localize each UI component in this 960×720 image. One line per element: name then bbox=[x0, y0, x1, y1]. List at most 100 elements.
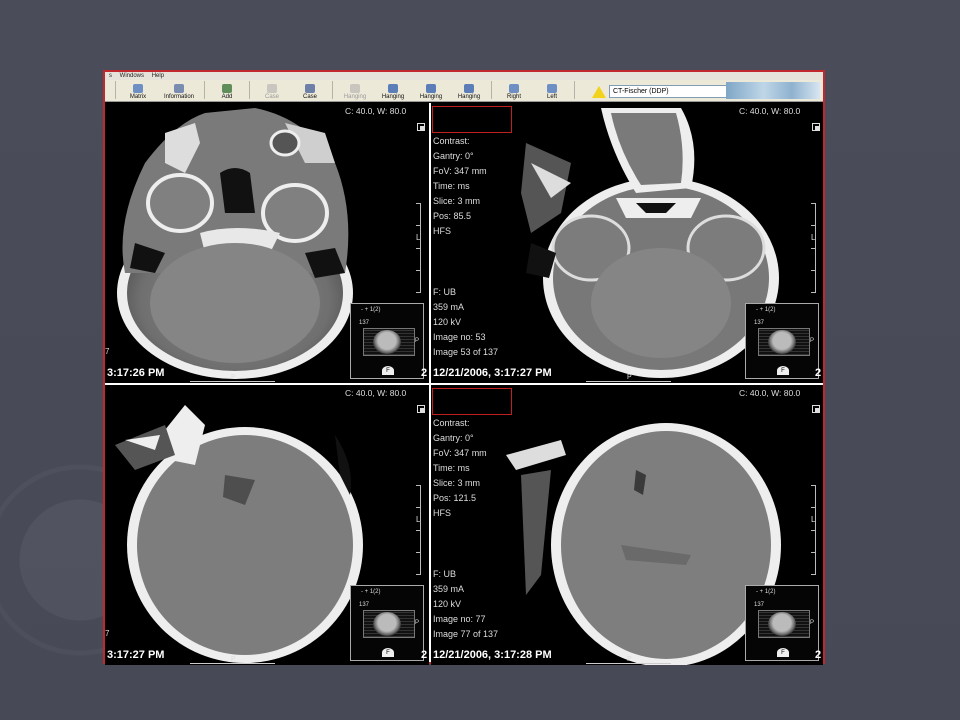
hanging-button-3[interactable]: Hanging bbox=[412, 79, 450, 101]
hanging-label-3: Hanging bbox=[419, 94, 443, 100]
scout-controls[interactable]: - + 1(2) bbox=[756, 589, 776, 595]
rotate-right-button[interactable]: Right bbox=[495, 79, 533, 101]
toolbar: Matrix Information Add Case Case Hanging… bbox=[105, 80, 823, 102]
info-hfs: HFS bbox=[433, 226, 451, 236]
viewport-bottom-left[interactable]: C: 40.0, W: 80.0 L 7 - + 1(2) 137 P F 3:… bbox=[105, 385, 429, 665]
scout-skull bbox=[373, 612, 401, 636]
window-level-text: C: 40.0, W: 80.0 bbox=[739, 388, 801, 398]
layout-icon[interactable] bbox=[812, 123, 820, 131]
info-kv: 120 kV bbox=[433, 599, 462, 609]
rotate-left-icon bbox=[547, 84, 557, 93]
scout-posterior-label: P bbox=[414, 620, 419, 626]
rotate-left-label: Left bbox=[546, 94, 557, 100]
hanging-button-4[interactable]: Hanging bbox=[450, 79, 488, 101]
information-label: Information bbox=[163, 94, 194, 100]
pacs-viewer-window: s Windows Help Matrix Information Add Ca… bbox=[103, 70, 825, 665]
scout-posterior-label: P bbox=[809, 338, 814, 344]
edge-number: 2 bbox=[815, 649, 822, 661]
orientation-left-label: 7 bbox=[105, 347, 110, 356]
posterior-line bbox=[586, 381, 671, 382]
scout-posterior-label: P bbox=[414, 338, 419, 344]
scout-controls[interactable]: - + 1(2) bbox=[361, 307, 381, 313]
info-filter: F: UB bbox=[433, 287, 457, 297]
timestamp: 3:17:27 PM bbox=[107, 649, 165, 661]
scout-thumbnail[interactable]: - + 1(2) 137 P F bbox=[350, 585, 424, 661]
scout-skull bbox=[373, 330, 401, 354]
posterior-line bbox=[190, 663, 275, 664]
layout-icon[interactable] bbox=[417, 123, 425, 131]
posterior-label: P bbox=[231, 374, 236, 381]
posterior-line bbox=[190, 381, 275, 382]
scout-controls[interactable]: - + 1(2) bbox=[361, 589, 381, 595]
previous-case-label: Case bbox=[264, 94, 279, 100]
toolbar-separator bbox=[332, 81, 333, 99]
rotate-left-button[interactable]: Left bbox=[533, 79, 571, 101]
vendor-logo bbox=[726, 82, 820, 99]
scout-foot-marker: F bbox=[382, 648, 394, 657]
add-label: Add bbox=[221, 94, 233, 100]
hanging-icon bbox=[426, 84, 436, 93]
viewport-top-right[interactable]: Contrast: Gantry: 0° FoV: 347 mm Time: m… bbox=[431, 103, 823, 383]
next-case-label: Case bbox=[302, 94, 317, 100]
info-gantry: Gantry: 0° bbox=[433, 151, 474, 161]
hanging-icon bbox=[350, 84, 360, 93]
matrix-button[interactable]: Matrix bbox=[119, 79, 157, 101]
hanging-icon bbox=[464, 84, 474, 93]
info-gantry: Gantry: 0° bbox=[433, 433, 474, 443]
layout-icon[interactable] bbox=[812, 405, 820, 413]
info-kv: 120 kV bbox=[433, 317, 462, 327]
info-fov: FoV: 347 mm bbox=[433, 448, 487, 458]
add-icon bbox=[222, 84, 232, 93]
info-slice: Slice: 3 mm bbox=[433, 478, 481, 488]
matrix-label: Matrix bbox=[129, 94, 147, 100]
timestamp: 3:17:26 PM bbox=[107, 367, 165, 379]
scout-thumbnail[interactable]: - + 1(2) 137 P F bbox=[350, 303, 424, 379]
information-button[interactable]: Information bbox=[157, 79, 201, 101]
next-case-button[interactable]: Case bbox=[291, 79, 329, 101]
add-button[interactable]: Add bbox=[208, 79, 246, 101]
info-contrast: Contrast: bbox=[433, 136, 470, 146]
previous-case-button[interactable]: Case bbox=[253, 79, 291, 101]
toolbar-separator bbox=[249, 81, 250, 99]
scout-count: 137 bbox=[754, 320, 765, 326]
acquisition-params: F: UB 359 mA 120 kV Image no: 53 Image 5… bbox=[433, 285, 498, 360]
viewport-divider-horizontal[interactable] bbox=[105, 383, 823, 385]
posterior-line bbox=[586, 663, 671, 664]
acquisition-info: Contrast: Gantry: 0° FoV: 347 mm Time: m… bbox=[433, 134, 487, 239]
window-level-text: C: 40.0, W: 80.0 bbox=[739, 106, 801, 116]
scout-thumbnail[interactable]: - + 1(2) 137 P F bbox=[745, 585, 819, 661]
scout-skull bbox=[768, 612, 796, 636]
scout-posterior-label: P bbox=[809, 620, 814, 626]
edge-number: 2 bbox=[815, 367, 822, 379]
viewport-top-left[interactable]: C: 40.0, W: 80.0 L 7 - + 1(2) 137 P F 3:… bbox=[105, 103, 429, 383]
scout-controls[interactable]: - + 1(2) bbox=[756, 307, 776, 313]
scout-count: 137 bbox=[754, 602, 765, 608]
menu-item[interactable]: s bbox=[109, 73, 112, 79]
orientation-left-label: 7 bbox=[105, 629, 110, 638]
hanging-button-1[interactable]: Hanging bbox=[336, 79, 374, 101]
info-hfs: HFS bbox=[433, 508, 451, 518]
window-level-text: C: 40.0, W: 80.0 bbox=[345, 388, 407, 398]
info-fov: FoV: 347 mm bbox=[433, 166, 487, 176]
posterior-label: P bbox=[627, 374, 632, 381]
posterior-label: P bbox=[627, 656, 632, 663]
preset-value: CT-Fischer (DDP) bbox=[613, 88, 669, 95]
scout-thumbnail[interactable]: - + 1(2) 137 P F bbox=[745, 303, 819, 379]
layout-icon[interactable] bbox=[417, 405, 425, 413]
posterior-label: P bbox=[231, 656, 236, 663]
acquisition-params: F: UB 359 mA 120 kV Image no: 77 Image 7… bbox=[433, 567, 498, 642]
patient-info-redaction bbox=[432, 388, 512, 415]
scout-foot-marker: F bbox=[382, 366, 394, 375]
hanging-label-4: Hanging bbox=[457, 94, 481, 100]
rotate-right-icon bbox=[509, 84, 519, 93]
hanging-button-2[interactable]: Hanging bbox=[374, 79, 412, 101]
info-pos: Pos: 85.5 bbox=[433, 211, 472, 221]
hanging-label-2: Hanging bbox=[381, 94, 405, 100]
scout-skull bbox=[768, 330, 796, 354]
viewport-bottom-right[interactable]: Contrast: Gantry: 0° FoV: 347 mm Time: m… bbox=[431, 385, 823, 665]
viewport-divider-vertical[interactable] bbox=[429, 103, 431, 662]
scale-ruler bbox=[416, 203, 421, 293]
info-time: Time: ms bbox=[433, 181, 470, 191]
timestamp: 12/21/2006, 3:17:28 PM bbox=[433, 649, 552, 661]
information-icon bbox=[174, 84, 184, 93]
